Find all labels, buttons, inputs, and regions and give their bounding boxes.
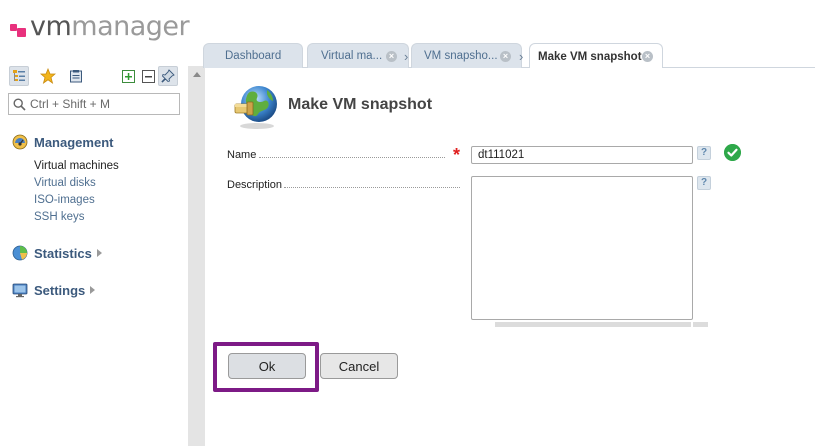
tab-make-vm-snapshot[interactable]: Make VM snapshot × <box>529 43 663 69</box>
sidebar-item-ssh-keys[interactable]: SSH keys <box>34 211 85 223</box>
description-field[interactable] <box>471 176 693 320</box>
expand-all-icon[interactable] <box>118 66 138 86</box>
cancel-button[interactable]: Cancel <box>320 353 398 379</box>
tree-view-icon[interactable] <box>9 66 29 86</box>
logo[interactable]: vmmanager <box>8 11 190 42</box>
required-marker: * <box>453 145 461 165</box>
sidebar-section-label: Settings <box>34 282 86 298</box>
description-label: Description <box>227 179 283 191</box>
label-leader <box>259 157 445 158</box>
management-icon <box>12 134 28 150</box>
sidebar-section-statistics[interactable]: Statistics <box>12 245 102 261</box>
name-field[interactable] <box>471 146 693 164</box>
tab-bar: Dashboard Virtual ma... × › VM snapsho..… <box>203 43 815 69</box>
logo-text: vmmanager <box>30 11 190 42</box>
logo-mark-icon <box>8 16 28 38</box>
close-icon[interactable]: × <box>642 51 653 62</box>
clipboard-icon[interactable] <box>66 66 86 86</box>
ok-button[interactable]: Ok <box>228 353 306 379</box>
sidebar-section-label: Management <box>34 134 114 150</box>
tab-label: Make VM snapshot <box>538 50 642 63</box>
favorites-star-icon[interactable] <box>38 66 58 86</box>
chevron-right-icon: › <box>519 49 524 64</box>
chevron-right-icon <box>90 286 96 294</box>
chevron-right-icon <box>96 249 102 257</box>
help-icon[interactable]: ? <box>697 146 711 160</box>
snapshot-globe-icon <box>234 86 277 129</box>
description-scrollbar-end[interactable] <box>693 322 708 327</box>
tab-dashboard[interactable]: Dashboard <box>203 43 303 68</box>
sidebar-section-management[interactable]: Management <box>12 134 113 150</box>
search-icon <box>13 97 26 111</box>
description-scrollbar[interactable] <box>495 322 691 327</box>
valid-check-icon <box>724 144 741 161</box>
collapse-all-icon[interactable] <box>138 66 158 86</box>
help-icon[interactable]: ? <box>697 176 711 190</box>
search-input[interactable] <box>30 97 170 111</box>
pie-chart-icon <box>12 245 28 261</box>
settings-monitor-icon <box>12 283 28 298</box>
sidebar: vmmanager Management Virtual machines Vi… <box>0 0 190 446</box>
name-label: Name <box>227 149 257 161</box>
sidebar-search[interactable] <box>8 93 180 115</box>
tab-vm-snapshots[interactable]: VM snapsho... × <box>411 43 522 68</box>
tab-label: Virtual ma... <box>321 50 383 62</box>
sidebar-item-iso-images[interactable]: ISO-images <box>34 194 95 206</box>
scroll-up-icon[interactable] <box>193 72 201 77</box>
sidebar-toolbar <box>9 66 179 86</box>
chevron-right-icon: › <box>404 49 409 64</box>
page-title: Make VM snapshot <box>288 96 433 113</box>
label-leader <box>284 187 460 188</box>
sidebar-section-label: Statistics <box>34 245 92 261</box>
tab-virtual-machines[interactable]: Virtual ma... × <box>307 43 409 68</box>
close-icon[interactable]: × <box>386 51 397 62</box>
sidebar-item-virtual-machines[interactable]: Virtual machines <box>34 160 119 172</box>
pin-icon[interactable] <box>158 66 178 86</box>
sidebar-item-virtual-disks[interactable]: Virtual disks <box>34 177 96 189</box>
sidebar-scrollbar[interactable] <box>188 66 205 446</box>
close-icon[interactable]: × <box>500 51 511 62</box>
tab-label: Dashboard <box>225 50 282 62</box>
tab-label: VM snapsho... <box>424 50 498 62</box>
sidebar-section-settings[interactable]: Settings <box>12 282 96 298</box>
